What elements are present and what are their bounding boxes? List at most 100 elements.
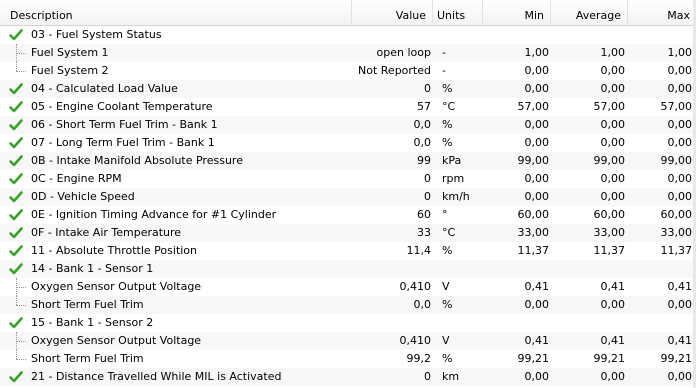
cell-max: 1,00 — [667, 46, 693, 59]
table-row-group[interactable]: 14 - Bank 1 - Sensor 1 — [0, 260, 696, 278]
column-header-average[interactable]: Average — [551, 0, 628, 25]
check-icon[interactable] — [8, 81, 24, 97]
cell-average: 0,00 — [600, 298, 626, 311]
cell-description: 15 - Bank 1 - Sensor 2 — [0, 314, 352, 332]
cell-max: 60,00 — [660, 208, 693, 221]
column-header-max[interactable]: Max — [628, 0, 696, 25]
cell-value: 60 — [417, 208, 431, 221]
cell-value: 33 — [417, 226, 431, 239]
cell-min — [483, 26, 551, 44]
cell-average: 0,41 — [600, 280, 626, 293]
cell-value: 99 — [417, 154, 431, 167]
table-row[interactable]: 0C - Engine RPM 0 rpm 0,00 0,00 0,00 — [0, 170, 696, 188]
cell-min: 0,00 — [524, 298, 550, 311]
cell-max — [628, 314, 696, 332]
cell-min: 0,00 — [524, 190, 550, 203]
cell-units: % — [442, 298, 453, 311]
cell-units: ° — [442, 208, 448, 221]
cell-description: 0F - Intake Air Temperature — [0, 224, 352, 242]
cell-value: Not Reported — [358, 64, 431, 77]
table-row[interactable]: 04 - Calculated Load Value 0% 0,00 0,00 0,00 — [0, 80, 696, 98]
check-icon[interactable] — [8, 153, 24, 169]
column-header-value[interactable]: Value — [352, 0, 433, 25]
cell-average — [551, 314, 628, 332]
row-label: 06 - Short Term Fuel Trim - Bank 1 — [31, 118, 218, 131]
cell-units: % — [442, 136, 453, 149]
cell-max: 0,00 — [667, 118, 693, 131]
cell-description: Short Term Fuel Trim — [0, 350, 352, 368]
cell-min: 0,00 — [524, 136, 550, 149]
cell-max — [628, 260, 696, 278]
row-label: 07 - Long Term Fuel Trim - Bank 1 — [31, 136, 215, 149]
cell-value: 0,0 — [413, 118, 432, 131]
tree-line — [16, 350, 17, 359]
tree-line — [16, 296, 17, 305]
row-label: 03 - Fuel System Status — [31, 28, 162, 41]
cell-value: 0 — [424, 172, 431, 185]
cell-description: 0D - Vehicle Speed — [0, 188, 352, 206]
table-row[interactable]: 0E - Ignition Timing Advance for #1 Cyli… — [0, 206, 696, 224]
cell-units: - — [442, 64, 446, 77]
cell-max: 57,00 — [660, 100, 693, 113]
cell-min — [483, 260, 551, 278]
table-row[interactable]: Fuel System 2 Not Reported - 0,00 0,00 0,00 — [0, 62, 696, 80]
row-label: 14 - Bank 1 - Sensor 1 — [31, 262, 154, 275]
cell-max — [628, 26, 696, 44]
row-label: Short Term Fuel Trim — [31, 298, 144, 311]
row-label: 0C - Engine RPM — [31, 172, 122, 185]
check-icon[interactable] — [8, 27, 24, 43]
check-icon[interactable] — [8, 243, 24, 259]
row-label: 0D - Vehicle Speed — [31, 190, 135, 203]
cell-average: 99,21 — [593, 352, 626, 365]
check-icon[interactable] — [8, 99, 24, 115]
table-row[interactable]: Short Term Fuel Trim 99,2% 99,21 99,21 99,21 — [0, 350, 696, 368]
cell-description: 03 - Fuel System Status — [0, 26, 352, 44]
table-row-group[interactable]: 03 - Fuel System Status — [0, 26, 696, 44]
cell-value: 0,0 — [413, 136, 432, 149]
table-row[interactable]: 21 - Distance Travelled While MIL is Act… — [0, 368, 696, 386]
cell-min: 0,00 — [524, 82, 550, 95]
table-row[interactable]: Short Term Fuel Trim 0,0% 0,00 0,00 0,00 — [0, 296, 696, 314]
cell-value: 0,410 — [399, 334, 432, 347]
cell-average: 11,37 — [593, 244, 626, 257]
check-icon[interactable] — [8, 261, 24, 277]
table-row[interactable]: 06 - Short Term Fuel Trim - Bank 1 0,0% 0,… — [0, 116, 696, 134]
table-row[interactable]: 07 - Long Term Fuel Trim - Bank 1 0,0% 0,0… — [0, 134, 696, 152]
check-icon[interactable] — [8, 117, 24, 133]
cell-value: 99,2 — [406, 352, 432, 365]
row-label: 15 - Bank 1 - Sensor 2 — [31, 316, 154, 329]
cell-average: 0,00 — [600, 82, 626, 95]
cell-value — [352, 314, 433, 332]
cell-average: 33,00 — [593, 226, 626, 239]
check-icon[interactable] — [8, 315, 24, 331]
table-row[interactable]: 05 - Engine Coolant Temperature 57 °C 57,00… — [0, 98, 696, 116]
table-row[interactable]: 0D - Vehicle Speed 0 km/h 0,00 0,00 0,00 — [0, 188, 696, 206]
cell-units: - — [442, 46, 446, 59]
tree-line — [16, 341, 26, 342]
table-row[interactable]: 11 - Absolute Throttle Position 11,4% 11,3… — [0, 242, 696, 260]
column-header-description[interactable]: Description — [0, 0, 352, 25]
check-icon[interactable] — [8, 171, 24, 187]
cell-description: 05 - Engine Coolant Temperature — [0, 98, 352, 116]
cell-description: Oxygen Sensor Output Voltage — [0, 278, 352, 296]
check-icon[interactable] — [8, 225, 24, 241]
column-header-units[interactable]: Units — [433, 0, 483, 25]
check-icon[interactable] — [8, 189, 24, 205]
table-row[interactable]: 0B - Intake Manifold Absolute Pressure 99… — [0, 152, 696, 170]
cell-max: 0,00 — [667, 298, 693, 311]
cell-max: 99,00 — [660, 154, 693, 167]
table-row[interactable]: Fuel System 1 open loop - 1,00 1,00 1,00 — [0, 44, 696, 62]
cell-description: Fuel System 2 — [0, 62, 352, 80]
row-label: 04 - Calculated Load Value — [31, 82, 178, 95]
cell-description: 07 - Long Term Fuel Trim - Bank 1 — [0, 134, 352, 152]
cell-min: 99,00 — [517, 154, 550, 167]
table-row[interactable]: Oxygen Sensor Output Voltage 0,410 V 0,41 0,… — [0, 278, 696, 296]
check-icon[interactable] — [8, 207, 24, 223]
table-row[interactable]: Oxygen Sensor Output Voltage 0,410 V 0,41 0,… — [0, 332, 696, 350]
row-label: 05 - Engine Coolant Temperature — [31, 100, 213, 113]
column-header-min[interactable]: Min — [483, 0, 551, 25]
check-icon[interactable] — [8, 135, 24, 151]
table-row[interactable]: 0F - Intake Air Temperature 33 °C 33,00 33,0… — [0, 224, 696, 242]
table-row-group[interactable]: 15 - Bank 1 - Sensor 2 — [0, 314, 696, 332]
check-icon[interactable] — [8, 369, 24, 385]
